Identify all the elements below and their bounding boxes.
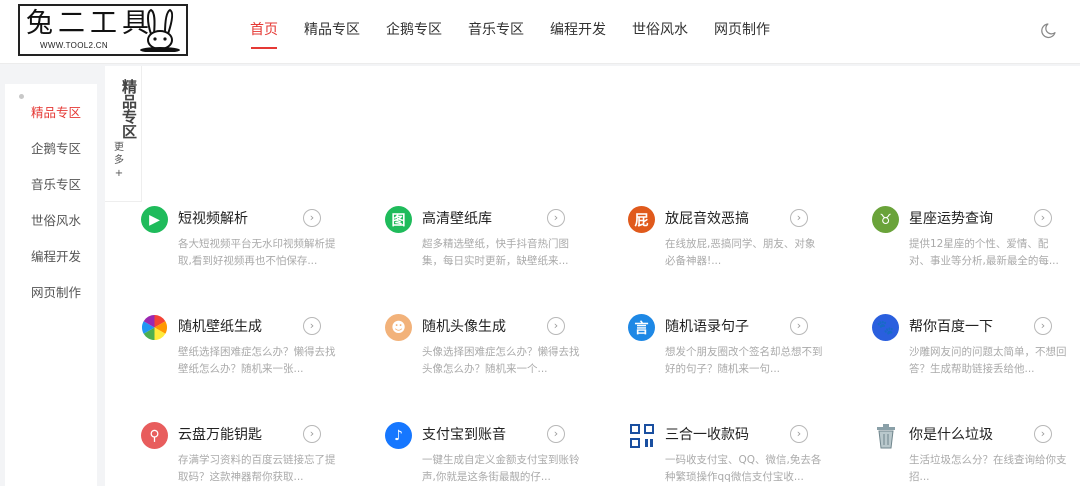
tool-card[interactable]: 图高清壁纸库 › 超多精选壁纸，快手抖音热门图集，每日实时更新，缺壁纸来... — [385, 206, 585, 286]
nav-music[interactable]: 音乐专区 — [468, 0, 524, 64]
quote-icon: 言 — [628, 314, 655, 341]
tool-card-description: 各大短视频平台无水印视频解析提取,看到好视频再也不怕保存... — [178, 238, 336, 267]
sidebar-item-programming[interactable]: 编程开发 — [31, 246, 81, 265]
chevron-right-icon[interactable]: › — [547, 425, 565, 443]
tool-card-title: 帮你百度一下 — [909, 319, 993, 335]
alipay-sound-icon: ♪ — [385, 422, 412, 449]
bunny-logo-icon — [140, 8, 180, 52]
chevron-right-icon[interactable]: › — [303, 425, 321, 443]
baidu-paw-icon: 🐾 — [872, 314, 899, 341]
video-play-icon: ▶ — [141, 206, 168, 233]
tool-card[interactable]: ▶ 短视频解析 › 各大短视频平台无水印视频解析提取,看到好视频再也不怕保存... — [141, 206, 341, 286]
chevron-right-icon[interactable]: › — [790, 425, 808, 443]
tool-card[interactable]: ☻ 随机头像生成 › 头像选择困难症怎么办？懒得去找头像怎么办？随机来一个... — [385, 314, 585, 394]
tool-card[interactable]: 你是什么垃圾 › 生活垃圾怎么分？在线查询给你支招... — [872, 422, 1072, 486]
trash-bin-icon — [872, 422, 899, 449]
section-title: 精品专区 — [122, 78, 138, 141]
sidebar-item-premium[interactable]: 精品专区 — [31, 102, 81, 121]
tool-card-title: 你是什么垃圾 — [909, 427, 993, 443]
key-icon: ⚲ — [141, 422, 168, 449]
chevron-right-icon[interactable]: › — [547, 209, 565, 227]
tool-card-description: 想发个朋友圈改个签名却总想不到好的句子？随机来一句... — [665, 346, 823, 375]
picture-icon: 图 — [385, 206, 412, 233]
logo-url: WWW.TOOL2.CN — [40, 41, 108, 50]
tool-card-title: 星座运势查询 — [909, 211, 993, 227]
nav-home[interactable]: 首页 — [250, 0, 278, 64]
sidebar-indicator-dot — [19, 94, 24, 99]
tool-card-title: 短视频解析 — [178, 211, 248, 227]
nav-qq[interactable]: 企鹅专区 — [386, 0, 442, 64]
tool-card-title: 三合一收款码 — [665, 427, 749, 443]
category-sidebar: 精品专区 企鹅专区 音乐专区 世俗风水 编程开发 网页制作 — [5, 84, 97, 486]
tool-card-description: 提供12星座的个性、爱情、配对、事业等分析,最新最全的每... — [909, 238, 1059, 267]
tool-card[interactable]: 随机壁纸生成 › 壁纸选择困难症怎么办？懒得去找壁纸怎么办？随机来一张... — [141, 314, 341, 394]
tool-card[interactable]: ⚲ 云盘万能钥匙 › 存满学习资料的百度云链接忘了提取码？这款神器帮你获取... — [141, 422, 341, 486]
fart-icon: 屁 — [628, 206, 655, 233]
dark-mode-moon-icon[interactable] — [1040, 21, 1058, 39]
tool-card-title: 放屁音效恶搞 — [665, 211, 749, 227]
section-more-link[interactable]: 更多+ — [113, 141, 125, 180]
nav-webdesign[interactable]: 网页制作 — [714, 0, 770, 64]
tool-card[interactable]: ♉ 星座运势查询 › 提供12星座的个性、爱情、配对、事业等分析,最新最全的每... — [872, 206, 1072, 286]
sidebar-item-fengshui[interactable]: 世俗风水 — [31, 210, 81, 229]
chevron-right-icon[interactable]: › — [1034, 317, 1052, 335]
chevron-right-icon[interactable]: › — [547, 317, 565, 335]
logo-text: 兔二工具 — [26, 8, 154, 39]
tool-card[interactable]: ♪ 支付宝到账音 › 一键生成自定义金额支付宝到账铃声,你就是这条街最靓的仔... — [385, 422, 585, 486]
chevron-right-icon[interactable]: › — [303, 317, 321, 335]
main-nav: 首页 精品专区 企鹅专区 音乐专区 编程开发 世俗风水 网页制作 — [250, 0, 796, 64]
qrcode-icon — [628, 422, 655, 449]
nav-fengshui[interactable]: 世俗风水 — [632, 0, 688, 64]
tools-panel: 精品专区 更多+ ▶ 短视频解析 › 各大短视频平台无水印视频解析提取,看到好视频再也… — [105, 66, 1080, 486]
tool-card-description: 存满学习资料的百度云链接忘了提取码？这款神器帮你获取... — [178, 454, 336, 483]
tool-card-title: 高清壁纸库 — [422, 211, 492, 227]
chevron-right-icon[interactable]: › — [1034, 425, 1052, 443]
zodiac-icon: ♉ — [872, 206, 899, 233]
color-wheel-icon — [141, 314, 168, 341]
tool-card-description: 生活垃圾怎么分？在线查询给你支招... — [909, 454, 1067, 483]
tool-card-description: 超多精选壁纸，快手抖音热门图集，每日实时更新，缺壁纸来... — [422, 238, 569, 267]
tool-card[interactable]: 三合一收款码 › 一码收支付宝、QQ、微信,免去各种繁琐操作qq微信支付宝收... — [628, 422, 828, 486]
tool-card-title: 随机壁纸生成 — [178, 319, 262, 335]
tool-card-description: 在线放屁,恶搞同学、朋友、对象必备神器!... — [665, 238, 816, 267]
chevron-right-icon[interactable]: › — [790, 209, 808, 227]
tool-card[interactable]: 🐾 帮你百度一下 › 沙雕网友问的问题太简单，不想回答？生成帮助链接丢给他... — [872, 314, 1072, 394]
sidebar-item-qq[interactable]: 企鹅专区 — [31, 138, 81, 157]
top-header: 兔二工具 WWW.TOOL2.CN 首页 精品专区 企鹅专区 音乐专区 编程开发… — [0, 0, 1080, 64]
tool-card-description: 壁纸选择困难症怎么办？懒得去找壁纸怎么办？随机来一张... — [178, 346, 336, 375]
tool-card-description: 一键生成自定义金额支付宝到账铃声,你就是这条街最靓的仔... — [422, 454, 580, 483]
chevron-right-icon[interactable]: › — [303, 209, 321, 227]
sidebar-item-music[interactable]: 音乐专区 — [31, 174, 81, 193]
chevron-right-icon[interactable]: › — [790, 317, 808, 335]
tool-card-description: 沙雕网友问的问题太简单，不想回答？生成帮助链接丢给他... — [909, 346, 1067, 375]
tool-card[interactable]: 言随机语录句子 › 想发个朋友圈改个签名却总想不到好的句子？随机来一句... — [628, 314, 828, 394]
section-header: 精品专区 更多+ — [105, 66, 142, 202]
tool-card[interactable]: 屁放屁音效恶搞 › 在线放屁,恶搞同学、朋友、对象必备神器!... — [628, 206, 828, 286]
tool-card-description: 一码收支付宝、QQ、微信,免去各种繁琐操作qq微信支付宝收... — [665, 454, 822, 483]
tool-card-description: 头像选择困难症怎么办？懒得去找头像怎么办？随机来一个... — [422, 346, 580, 375]
sidebar-item-webdesign[interactable]: 网页制作 — [31, 282, 81, 301]
site-logo[interactable]: 兔二工具 WWW.TOOL2.CN — [18, 4, 188, 56]
nav-programming[interactable]: 编程开发 — [550, 0, 606, 64]
tool-card-title: 随机头像生成 — [422, 319, 506, 335]
tool-card-title: 随机语录句子 — [665, 319, 749, 335]
avatar-icon: ☻ — [385, 314, 412, 341]
chevron-right-icon[interactable]: › — [1034, 209, 1052, 227]
nav-premium[interactable]: 精品专区 — [304, 0, 360, 64]
tool-card-title: 支付宝到账音 — [422, 427, 506, 443]
tool-card-title: 云盘万能钥匙 — [178, 427, 262, 443]
